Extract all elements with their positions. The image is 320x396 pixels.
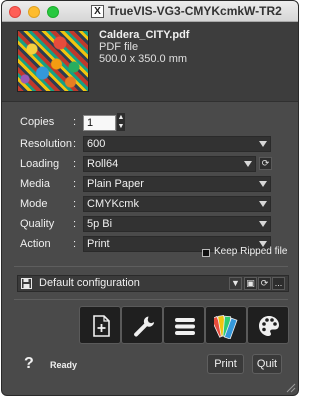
resize-grip-icon[interactable]: [286, 383, 296, 393]
resolution-label: Resolution: [20, 138, 72, 150]
file-type: PDF file: [99, 41, 139, 53]
add-job-button[interactable]: [79, 306, 121, 344]
file-name: Caldera_CITY.pdf: [99, 29, 190, 41]
media-dropdown[interactable]: Plain Paper: [83, 176, 271, 192]
reload-config-icon[interactable]: ⟳: [258, 277, 271, 290]
mode-dropdown[interactable]: CMYKcmk: [83, 196, 271, 212]
app-icon: X: [91, 5, 104, 18]
configuration-dropdown-arrow-icon[interactable]: ▼: [229, 277, 242, 290]
resolution-dropdown[interactable]: 600: [83, 136, 271, 152]
loading-label: Loading: [20, 158, 60, 170]
window-title: TrueVIS-VG3-CMYKcmkW-TR2: [108, 4, 282, 18]
file-info-panel: Caldera_CITY.pdf PDF file 500.0 x 350.0 …: [2, 22, 298, 102]
action-label: Action: [20, 238, 51, 250]
divider: [14, 266, 288, 267]
status-text: Ready: [50, 360, 78, 370]
media-colon: :: [73, 178, 77, 190]
quality-colon: :: [73, 218, 77, 230]
more-options-button[interactable]: ...: [272, 277, 285, 290]
zoom-window-button[interactable]: [47, 6, 59, 18]
app-window: X TrueVIS-VG3-CMYKcmkW-TR2 Caldera_CITY.…: [1, 0, 299, 396]
stepper-up-icon[interactable]: ▲: [117, 113, 125, 122]
wrench-icon: [134, 316, 155, 337]
queue-button[interactable]: [163, 306, 205, 344]
mode-label: Mode: [20, 198, 48, 210]
refresh-icon[interactable]: ⟳: [259, 157, 272, 170]
copies-input[interactable]: 1: [83, 115, 116, 131]
stepper-down-icon[interactable]: ▼: [117, 122, 125, 131]
loading-colon: :: [73, 158, 77, 170]
minimize-window-button[interactable]: [28, 6, 40, 18]
color-swatches-button[interactable]: [205, 306, 247, 344]
copies-stepper[interactable]: ▲ ▼: [117, 113, 125, 131]
palette-icon: [259, 316, 279, 336]
keep-ripped-checkbox[interactable]: [202, 249, 210, 257]
action-colon: :: [73, 238, 77, 250]
floppy-disk-icon: [21, 278, 32, 289]
loading-dropdown[interactable]: Roll64: [83, 156, 256, 172]
divider: [14, 299, 288, 300]
configuration-value: Default configuration: [39, 277, 140, 289]
save-config-icon[interactable]: ▣: [244, 277, 257, 290]
menu-icon: [175, 318, 195, 335]
quit-button[interactable]: Quit: [252, 354, 282, 374]
add-job-icon: [93, 315, 110, 337]
mode-colon: :: [73, 198, 77, 210]
settings-button[interactable]: [121, 306, 163, 344]
keep-ripped-label: Keep Ripped file: [214, 246, 288, 257]
quality-label: Quality: [20, 218, 55, 230]
copies-colon: :: [73, 116, 77, 128]
copies-label: Copies: [20, 116, 55, 128]
file-thumbnail: [17, 30, 89, 92]
help-icon[interactable]: ?: [24, 355, 34, 373]
resolution-colon: :: [73, 138, 77, 150]
swatches-icon: [214, 314, 238, 339]
title-bar: X TrueVIS-VG3-CMYKcmkW-TR2: [2, 1, 298, 22]
palette-button[interactable]: [247, 306, 289, 344]
quality-dropdown[interactable]: 5p Bi: [83, 216, 271, 232]
print-button[interactable]: Print: [207, 354, 244, 374]
close-window-button[interactable]: [9, 6, 21, 18]
file-dimensions: 500.0 x 350.0 mm: [99, 53, 188, 65]
media-label: Media: [20, 178, 50, 190]
